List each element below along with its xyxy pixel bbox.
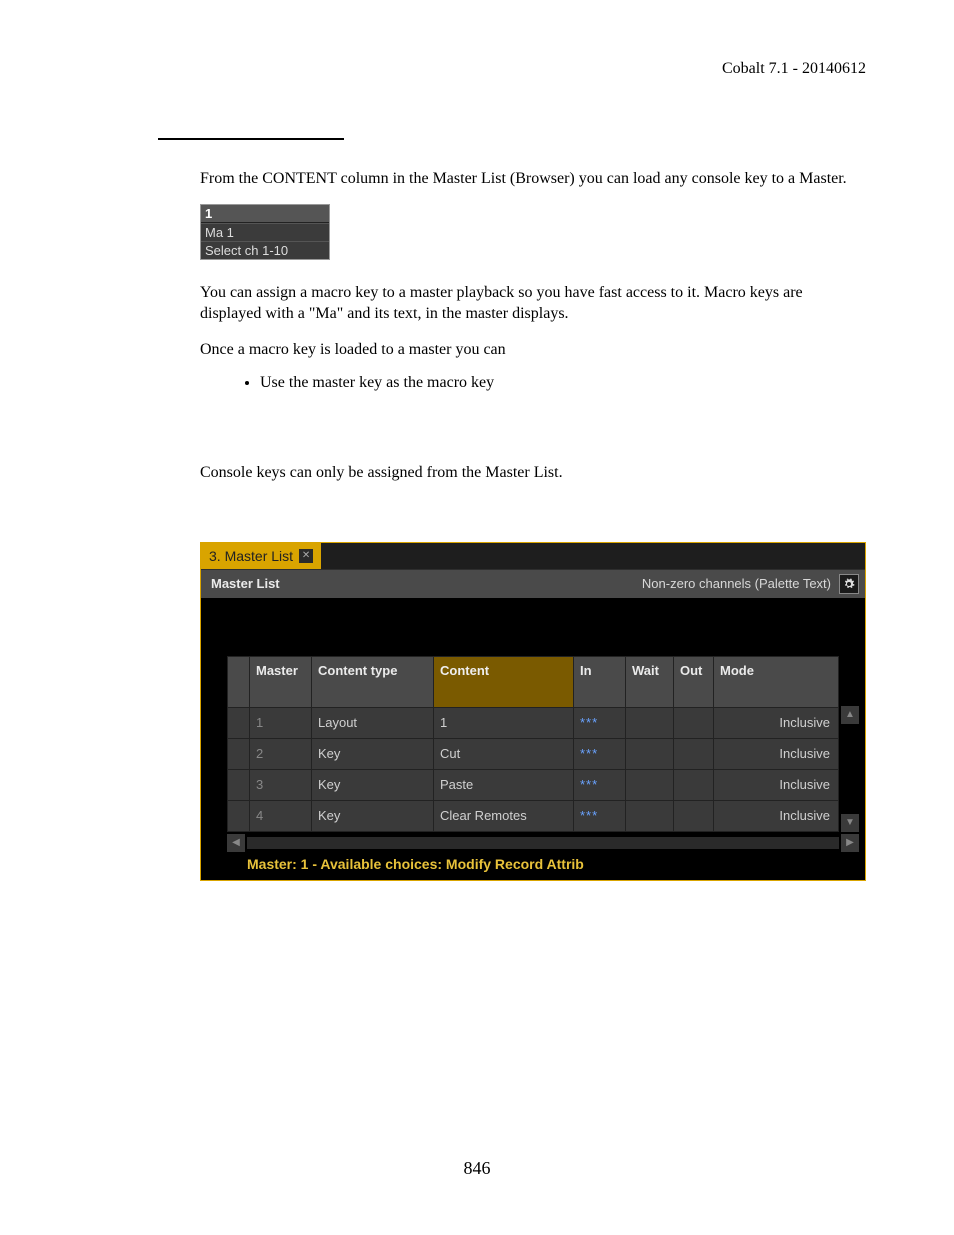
paragraph-console-keys: Console keys can only be assigned from t…	[200, 462, 854, 484]
window-header: Master List Non-zero channels (Palette T…	[201, 569, 865, 598]
scroll-left-icon[interactable]: ◀	[227, 834, 245, 852]
cell-mode: Inclusive	[714, 800, 839, 831]
col-wait[interactable]: Wait	[626, 656, 674, 707]
col-out[interactable]: Out	[674, 656, 714, 707]
col-content-type[interactable]: Content type	[312, 656, 434, 707]
tab-bar: 3. Master List ✕	[201, 543, 865, 569]
paragraph-once: Once a macro key is loaded to a master y…	[200, 339, 854, 361]
scroll-up-icon[interactable]: ▲	[841, 706, 859, 724]
status-bar: Master: 1 - Available choices: Modify Re…	[201, 852, 865, 880]
cell-wait	[626, 738, 674, 769]
master-list-window: 3. Master List ✕ Master List Non-zero ch…	[200, 542, 866, 881]
col-in[interactable]: In	[574, 656, 626, 707]
doc-header: Cobalt 7.1 - 20140612	[80, 60, 866, 78]
table-row[interactable]: 2KeyCut*** Inclusive	[228, 738, 839, 769]
cell-in: ***	[574, 769, 626, 800]
section-rule	[158, 138, 344, 140]
master-display-macro: Ma 1	[201, 223, 329, 241]
cell-gutter	[228, 738, 250, 769]
cell-master: 3	[250, 769, 312, 800]
window-gap	[201, 598, 865, 656]
col-content[interactable]: Content	[434, 656, 574, 707]
master-display-text: Select ch 1-10	[201, 241, 329, 259]
cell-gutter	[228, 769, 250, 800]
master-list-table: Master Content type Content In Wait Out …	[227, 656, 839, 832]
cell-wait	[626, 769, 674, 800]
cell-content: Paste	[434, 769, 574, 800]
cell-master: 4	[250, 800, 312, 831]
page-number: 846	[0, 1158, 954, 1179]
table-header-row: Master Content type Content In Wait Out …	[228, 656, 839, 707]
master-display-number: 1	[201, 205, 329, 223]
bullet-list: Use the master key as the macro key	[200, 374, 854, 392]
cell-in: ***	[574, 738, 626, 769]
cell-content: Cut	[434, 738, 574, 769]
bullet-item: Use the master key as the macro key	[260, 374, 854, 392]
cell-out	[674, 800, 714, 831]
cell-gutter	[228, 800, 250, 831]
cell-content: 1	[434, 707, 574, 738]
cell-mode: Inclusive	[714, 769, 839, 800]
col-gutter	[228, 656, 250, 707]
cell-mode: Inclusive	[714, 738, 839, 769]
cell-out	[674, 738, 714, 769]
cell-master: 1	[250, 707, 312, 738]
cell-out	[674, 707, 714, 738]
tab-label: 3. Master List	[209, 548, 293, 564]
paragraph-intro: From the CONTENT column in the Master Li…	[200, 168, 854, 190]
cell-content-type: Key	[312, 738, 434, 769]
cell-gutter	[228, 707, 250, 738]
cell-content-type: Key	[312, 769, 434, 800]
horizontal-scrollbar[interactable]: ◀ ▶	[227, 834, 859, 852]
vertical-scrollbar[interactable]: ▲ ▼	[841, 706, 859, 832]
scroll-down-icon[interactable]: ▼	[841, 814, 859, 832]
cell-content: Clear Remotes	[434, 800, 574, 831]
cell-content-type: Key	[312, 800, 434, 831]
col-master[interactable]: Master	[250, 656, 312, 707]
paragraph-macro: You can assign a macro key to a master p…	[200, 282, 854, 325]
channel-mode-label: Non-zero channels (Palette Text)	[642, 576, 831, 591]
gear-icon[interactable]	[839, 574, 859, 594]
col-mode[interactable]: Mode	[714, 656, 839, 707]
cell-mode: Inclusive	[714, 707, 839, 738]
table-row[interactable]: 4KeyClear Remotes*** Inclusive	[228, 800, 839, 831]
scroll-track[interactable]	[247, 837, 839, 849]
close-icon[interactable]: ✕	[299, 549, 313, 563]
cell-content-type: Layout	[312, 707, 434, 738]
cell-out	[674, 769, 714, 800]
window-title: Master List	[211, 576, 280, 591]
cell-master: 2	[250, 738, 312, 769]
cell-in: ***	[574, 707, 626, 738]
table-row[interactable]: 1Layout1***Inclusive	[228, 707, 839, 738]
table-row[interactable]: 3KeyPaste*** Inclusive	[228, 769, 839, 800]
master-display-example: 1 Ma 1 Select ch 1-10	[200, 204, 330, 260]
tab-master-list[interactable]: 3. Master List ✕	[201, 543, 321, 569]
cell-wait	[626, 707, 674, 738]
cell-in: ***	[574, 800, 626, 831]
cell-wait	[626, 800, 674, 831]
scroll-right-icon[interactable]: ▶	[841, 834, 859, 852]
